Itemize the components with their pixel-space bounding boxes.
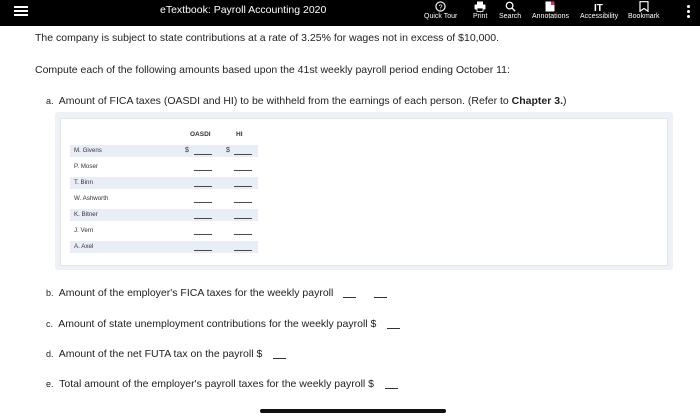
svg-text:IT: IT <box>594 3 603 12</box>
bookmark-icon <box>639 1 649 12</box>
annotation-icon <box>545 1 555 12</box>
part-d-text: Amount of the net FUTA tax on the payrol… <box>58 348 263 360</box>
chapter-link[interactable]: Chapter 3. <box>512 95 563 107</box>
hi-answer-blank[interactable] <box>234 170 252 171</box>
table-row: A. Axel <box>70 241 258 253</box>
problem-instruction: Compute each of the following amounts ba… <box>35 64 510 76</box>
row-employee-name: P. Moser <box>74 163 98 170</box>
hi-answer-blank[interactable] <box>234 202 252 203</box>
oasdi-answer-blank[interactable] <box>194 186 212 187</box>
hi-answer-blank[interactable] <box>234 186 252 187</box>
part-e-prefix: e. <box>46 379 54 389</box>
part-d-prefix: d. <box>46 349 54 359</box>
more-options-icon[interactable] <box>687 5 690 20</box>
search-button[interactable]: Search <box>499 1 521 20</box>
part-a-text: Amount of FICA taxes (OASDI and HI) to b… <box>58 95 512 107</box>
table-row: T. Binn <box>70 177 258 189</box>
row-employee-name: K. Bitner <box>74 211 98 218</box>
table-row: W. Ashworth <box>70 193 258 205</box>
part-b: b. Amount of the employer's FICA taxes f… <box>46 287 333 299</box>
hamburger-menu-icon[interactable] <box>14 6 28 16</box>
app-title: eTextbook: Payroll Accounting 2020 <box>160 4 327 16</box>
annotations-label: Annotations <box>532 13 569 20</box>
accessibility-button[interactable]: IT Accessibility <box>580 1 618 20</box>
bookmark-button[interactable]: Bookmark <box>628 1 660 20</box>
print-button[interactable]: Print <box>473 1 487 20</box>
col-head-hi: HI <box>236 131 243 138</box>
row-employee-name: T. Binn <box>74 179 93 186</box>
table-row: J. Vern <box>70 225 258 237</box>
row-employee-name: J. Vern <box>74 227 94 234</box>
problem-intro: The company is subject to state contribu… <box>35 32 500 44</box>
table-row: P. Moser <box>70 161 258 173</box>
part-b-prefix: b. <box>46 288 54 298</box>
part-b-text: Amount of the employer's FICA taxes for … <box>58 287 334 299</box>
row-employee-name: A. Axel <box>74 243 94 250</box>
annotations-button[interactable]: Annotations <box>532 1 569 20</box>
hi-dollar-sign: $ <box>226 147 230 154</box>
part-a-suffix: ) <box>563 95 567 107</box>
text-size-icon: IT <box>594 3 603 12</box>
table-row: K. Bitner <box>70 209 258 221</box>
part-d-answer-blank[interactable] <box>273 358 286 359</box>
hi-answer-blank[interactable] <box>234 218 252 219</box>
part-b-answer-blank-1[interactable] <box>343 297 356 298</box>
row-employee-name: M. Givens <box>74 147 102 154</box>
top-toolbar: eTextbook: Payroll Accounting 2020 ? Qui… <box>0 0 700 26</box>
print-label: Print <box>473 13 488 20</box>
quick-tour-label: Quick Tour <box>424 13 458 20</box>
col-head-oasdi: OASDI <box>190 131 211 138</box>
oasdi-answer-blank[interactable] <box>194 202 212 203</box>
quick-tour-button[interactable]: ? Quick Tour <box>424 1 457 20</box>
hi-answer-blank[interactable] <box>234 154 252 155</box>
svg-text:?: ? <box>439 2 443 11</box>
part-e-answer-blank[interactable] <box>385 388 398 389</box>
part-e: e. Total amount of the employer's payrol… <box>46 378 374 390</box>
search-label: Search <box>499 13 522 20</box>
part-c: c. Amount of state unemployment contribu… <box>46 318 376 330</box>
oasdi-answer-blank[interactable] <box>194 154 212 155</box>
oasdi-answer-blank[interactable] <box>194 234 212 235</box>
row-employee-name: W. Ashworth <box>74 195 109 202</box>
part-e-text: Total amount of the employer's payroll t… <box>59 378 374 390</box>
part-c-text: Amount of state unemployment contributio… <box>58 318 377 330</box>
part-d: d. Amount of the net FUTA tax on the pay… <box>46 348 262 360</box>
part-c-prefix: c. <box>46 319 54 329</box>
oasdi-answer-blank[interactable] <box>194 218 212 219</box>
oasdi-answer-blank[interactable] <box>194 250 212 251</box>
hi-answer-blank[interactable] <box>234 234 252 235</box>
oasdi-answer-blank[interactable] <box>194 170 212 171</box>
oasdi-dollar-sign: $ <box>185 147 189 154</box>
part-a-prefix: a. <box>46 96 54 106</box>
part-a: a. Amount of FICA taxes (OASDI and HI) t… <box>46 95 567 107</box>
hi-answer-blank[interactable] <box>234 250 252 251</box>
part-b-answer-blank-2[interactable] <box>374 297 387 298</box>
printer-icon <box>474 1 486 12</box>
search-icon <box>505 1 516 12</box>
home-indicator <box>260 409 446 413</box>
bookmark-label: Bookmark <box>628 13 660 20</box>
part-c-answer-blank[interactable] <box>387 328 400 329</box>
accessibility-label: Accessibility <box>580 13 619 20</box>
help-circle-icon: ? <box>435 1 446 12</box>
